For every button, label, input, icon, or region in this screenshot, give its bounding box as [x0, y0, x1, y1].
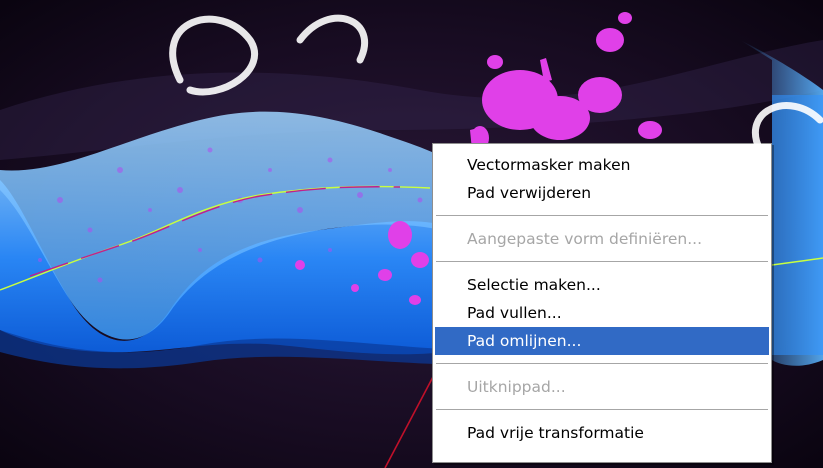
menu-item-stroke-path[interactable]: Pad omlijnen...	[435, 327, 769, 355]
context-menu: Vectormasker maken Pad verwijderen Aange…	[432, 143, 772, 463]
menu-separator	[436, 363, 768, 365]
right-wave-body	[772, 95, 823, 355]
menu-item-define-shape: Aangepaste vorm definiëren...	[467, 230, 703, 248]
menu-separator	[436, 261, 768, 263]
menu-separator	[436, 215, 768, 217]
menu-separator	[436, 409, 768, 411]
menu-item-delete-path[interactable]: Pad verwijderen	[433, 179, 771, 207]
menu-item-free-transform-path[interactable]: Pad vrije transformatie	[433, 419, 771, 447]
menu-item-vectormask[interactable]: Vectormasker maken	[433, 151, 771, 179]
menu-item-clipping-path: Uitknippad...	[467, 378, 566, 396]
menu-item-make-selection[interactable]: Selectie maken...	[433, 271, 771, 299]
menu-item-fill-path[interactable]: Pad vullen...	[433, 299, 771, 327]
